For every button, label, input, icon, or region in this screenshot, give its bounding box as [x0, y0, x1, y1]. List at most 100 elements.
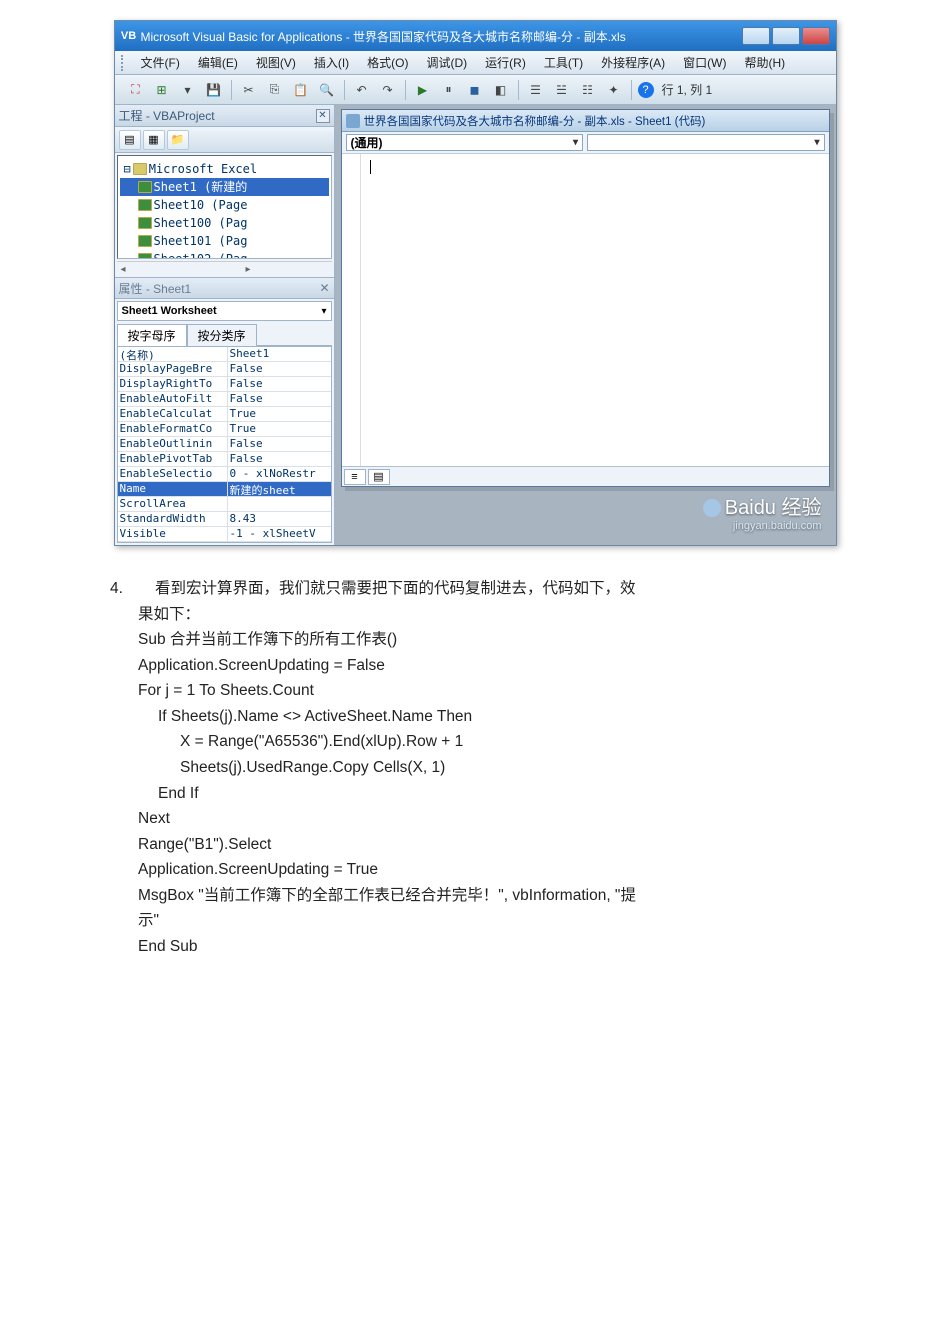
properties-pane-header: 属性 - Sheet1 ✕: [115, 277, 334, 299]
code-window-titlebar[interactable]: 世界各国国家代码及各大城市名称邮编-分 - 副本.xls - Sheet1 (代…: [342, 110, 829, 132]
mdi-area: 世界各国国家代码及各大城市名称邮编-分 - 副本.xls - Sheet1 (代…: [335, 105, 836, 545]
window-title: Microsoft Visual Basic for Applications …: [141, 28, 626, 45]
property-row[interactable]: Visible-1 - xlSheetV: [118, 527, 331, 542]
code-line: End If: [138, 781, 840, 807]
tree-item[interactable]: Sheet1 (新建的: [120, 178, 329, 196]
maximize-button[interactable]: [772, 27, 800, 45]
project-explorer-icon[interactable]: ☰: [525, 79, 547, 101]
cut-icon[interactable]: ✂: [238, 79, 260, 101]
menu-debug[interactable]: 调试(D): [418, 52, 475, 73]
menu-window[interactable]: 窗口(W): [675, 52, 734, 73]
tree-item[interactable]: Sheet10 (Page: [120, 196, 329, 214]
toolbar: ⛶ ⊞ ▾ 💾 ✂ ⎘ 📋 🔍 ↶ ↷ ▶ ⏸ ◼ ◧ ☰ ☱ ☷ ✦ ? 行 …: [115, 75, 836, 105]
menu-format[interactable]: 格式(O): [359, 52, 416, 73]
properties-grid[interactable]: (名称)Sheet1DisplayPageBreFalseDisplayRigh…: [117, 346, 332, 543]
app-icon: VB: [121, 28, 137, 44]
run-icon[interactable]: ▶: [412, 79, 434, 101]
view-code-icon[interactable]: ⛶: [125, 79, 147, 101]
redo-icon[interactable]: ↷: [377, 79, 399, 101]
stop-icon[interactable]: ◼: [464, 79, 486, 101]
property-row[interactable]: StandardWidth8.43: [118, 512, 331, 527]
menu-addins[interactable]: 外接程序(A): [593, 52, 673, 73]
tree-item[interactable]: Sheet100 (Pag: [120, 214, 329, 232]
properties-close-icon[interactable]: ✕: [319, 281, 329, 295]
project-pane-close-icon[interactable]: ✕: [316, 109, 330, 123]
close-button[interactable]: [802, 27, 830, 45]
toolbox-icon[interactable]: ✦: [603, 79, 625, 101]
code-editor[interactable]: [342, 154, 829, 466]
code-line: Application.ScreenUpdating = True: [138, 857, 840, 883]
folder-icon: [133, 163, 147, 175]
property-row[interactable]: Name新建的sheet: [118, 482, 331, 497]
property-row[interactable]: DisplayPageBreFalse: [118, 362, 331, 377]
code-view-switcher: ≡ ▤: [342, 466, 829, 486]
title-bar[interactable]: VB Microsoft Visual Basic for Applicatio…: [115, 21, 836, 51]
code-line: Sub 合并当前工作簿下的所有工作表(): [138, 627, 840, 653]
toggle-folders-button[interactable]: 📁: [167, 130, 189, 150]
menu-file[interactable]: 文件(F): [133, 52, 188, 73]
full-module-view-button[interactable]: ▤: [368, 469, 390, 485]
code-line: Next: [138, 806, 840, 832]
code-line: 示": [138, 908, 840, 934]
menu-edit[interactable]: 编辑(E): [190, 52, 246, 73]
save-icon[interactable]: 💾: [203, 79, 225, 101]
code-line: Sheets(j).UsedRange.Copy Cells(X, 1): [138, 755, 840, 781]
view-object-button[interactable]: ▦: [143, 130, 165, 150]
code-line: Range("B1").Select: [138, 832, 840, 858]
tree-item[interactable]: Sheet101 (Pag: [120, 232, 329, 250]
minimize-button[interactable]: [742, 27, 770, 45]
code-line: End Sub: [138, 934, 840, 960]
sheet-icon: [138, 235, 152, 247]
property-row[interactable]: (名称)Sheet1: [118, 347, 331, 362]
property-row[interactable]: EnableOutlininFalse: [118, 437, 331, 452]
property-row[interactable]: EnableFormatCoTrue: [118, 422, 331, 437]
property-row[interactable]: EnablePivotTabFalse: [118, 452, 331, 467]
procedure-combo[interactable]: ▾: [587, 134, 825, 151]
paste-icon[interactable]: 📋: [290, 79, 312, 101]
tab-categorized[interactable]: 按分类序: [187, 324, 257, 346]
dropdown-icon[interactable]: ▾: [321, 306, 326, 317]
object-browser-icon[interactable]: ☷: [577, 79, 599, 101]
project-tree[interactable]: ⊟ Microsoft Excel Sheet1 (新建的Sheet10 (Pa…: [117, 155, 332, 259]
excel-icon[interactable]: ⊞: [151, 79, 173, 101]
property-row[interactable]: EnableCalculatTrue: [118, 407, 331, 422]
property-row[interactable]: EnableAutoFiltFalse: [118, 392, 331, 407]
properties-title: 属性 - Sheet1: [119, 280, 192, 297]
procedure-view-button[interactable]: ≡: [344, 469, 366, 485]
step-lead-1: 看到宏计算界面，我们就只需要把下面的代码复制进去，代码如下，效: [155, 580, 636, 597]
properties-icon[interactable]: ☱: [551, 79, 573, 101]
cursor-position: 行 1, 列 1: [658, 81, 713, 98]
tab-alphabetic[interactable]: 按字母序: [117, 324, 187, 346]
menu-run[interactable]: 运行(R): [477, 52, 534, 73]
design-mode-icon[interactable]: ◧: [490, 79, 512, 101]
code-listing: Sub 合并当前工作簿下的所有工作表() Application.ScreenUp…: [138, 627, 840, 959]
sheet-icon: [138, 253, 152, 259]
menu-view[interactable]: 视图(V): [248, 52, 304, 73]
project-pane-header: 工程 - VBAProject ✕: [115, 105, 334, 127]
menu-insert[interactable]: 插入(I): [306, 52, 357, 73]
tree-scrollbar[interactable]: ◂▸: [117, 261, 332, 277]
undo-icon[interactable]: ↶: [351, 79, 373, 101]
code-window: 世界各国国家代码及各大城市名称邮编-分 - 副本.xls - Sheet1 (代…: [341, 109, 830, 487]
menu-tools[interactable]: 工具(T): [536, 52, 591, 73]
object-combo[interactable]: (通用)▾: [346, 134, 584, 151]
code-window-icon: [346, 114, 360, 128]
properties-object-selector[interactable]: Sheet1 Worksheet▾: [117, 301, 332, 321]
help-icon[interactable]: ?: [638, 82, 654, 98]
tree-item[interactable]: Sheet102 (Pag: [120, 250, 329, 259]
copy-icon[interactable]: ⎘: [264, 79, 286, 101]
pause-icon[interactable]: ⏸: [438, 79, 460, 101]
view-code-button[interactable]: ▤: [119, 130, 141, 150]
property-row[interactable]: ScrollArea: [118, 497, 331, 512]
tree-root[interactable]: ⊟ Microsoft Excel: [120, 160, 329, 178]
property-row[interactable]: DisplayRightToFalse: [118, 377, 331, 392]
dropdown-icon[interactable]: ▾: [177, 79, 199, 101]
paw-icon: [703, 499, 721, 517]
menu-grip-icon: [121, 55, 127, 71]
code-line: If Sheets(j).Name <> ActiveSheet.Name Th…: [138, 704, 840, 730]
menu-help[interactable]: 帮助(H): [736, 52, 793, 73]
find-icon[interactable]: 🔍: [316, 79, 338, 101]
code-line: MsgBox "当前工作簿下的全部工作表已经合并完毕！", vbInformat…: [138, 883, 840, 909]
chevron-down-icon: ▾: [573, 137, 578, 148]
property-row[interactable]: EnableSelectio0 - xlNoRestr: [118, 467, 331, 482]
